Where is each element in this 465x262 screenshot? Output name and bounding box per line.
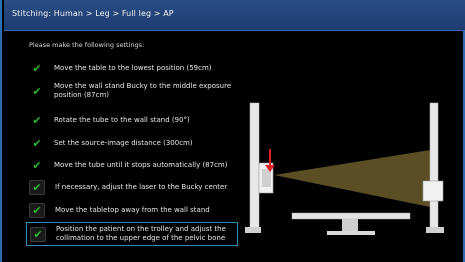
step-item[interactable]: ✔ Rotate the tube to the wall stand (90°…: [28, 112, 238, 128]
step-label: Move the tabletop away from the wall sta…: [55, 206, 210, 214]
check-mark-icon[interactable]: ✔: [29, 203, 45, 218]
xray-setup-diagram: [245, 102, 444, 235]
dialog-title: Stitching: Human > Leg > Full leg > AP: [12, 9, 174, 18]
tube-housing: [262, 169, 271, 187]
wall-stand-bucky: [422, 180, 444, 202]
step-label: If necessary, adjust the laser to the Bu…: [55, 183, 228, 191]
check-mark-icon[interactable]: ✔: [29, 180, 45, 195]
tube-column-base: [245, 227, 261, 233]
step-label: Move the table to the lowest position (5…: [54, 63, 212, 72]
patient-table: [291, 212, 411, 220]
step-item-checkbox[interactable]: ✔ Move the tabletop away from the wall s…: [28, 203, 238, 218]
tube-column: [249, 102, 260, 232]
step-label: Move the tube until it stops automatical…: [54, 160, 228, 169]
table-base: [327, 231, 375, 235]
instruction-text: Please make the following settings:: [29, 41, 145, 49]
wall-stand-column: [429, 102, 439, 232]
check-mark-icon: ✔: [32, 61, 42, 75]
check-mark-icon: ✔: [32, 84, 42, 98]
step-label: Set the source-image distance (300cm): [54, 138, 193, 147]
title-bar: Stitching: Human > Leg > Full leg > AP: [4, 0, 465, 31]
xray-beam: [274, 150, 430, 207]
step-item-active[interactable]: ✔ Position the patient on the trolley an…: [26, 222, 238, 246]
table-pedestal: [342, 219, 358, 233]
check-mark-icon[interactable]: ✔: [30, 226, 46, 242]
stitching-dialog: Stitching: Human > Leg > Full leg > AP P…: [0, 0, 465, 262]
step-label: Move the wall stand Bucky to the middle …: [54, 82, 232, 99]
step-item[interactable]: ✔ Move the table to the lowest position …: [28, 60, 238, 76]
check-mark-icon: ✔: [32, 158, 42, 172]
check-mark-icon: ✔: [32, 136, 42, 150]
step-label: Rotate the tube to the wall stand (90°): [54, 115, 190, 124]
step-item[interactable]: ✔ Set the source-image distance (300cm): [28, 135, 238, 151]
step-label: Position the patient on the trolley and …: [56, 225, 226, 242]
step-item-checkbox[interactable]: ✔ If necessary, adjust the laser to the …: [28, 180, 238, 195]
wall-stand-base: [426, 227, 444, 233]
step-item[interactable]: ✔ Move the wall stand Bucky to the middl…: [28, 82, 238, 100]
step-item[interactable]: ✔ Move the tube until it stops automatic…: [28, 157, 238, 173]
check-mark-icon: ✔: [32, 113, 42, 127]
